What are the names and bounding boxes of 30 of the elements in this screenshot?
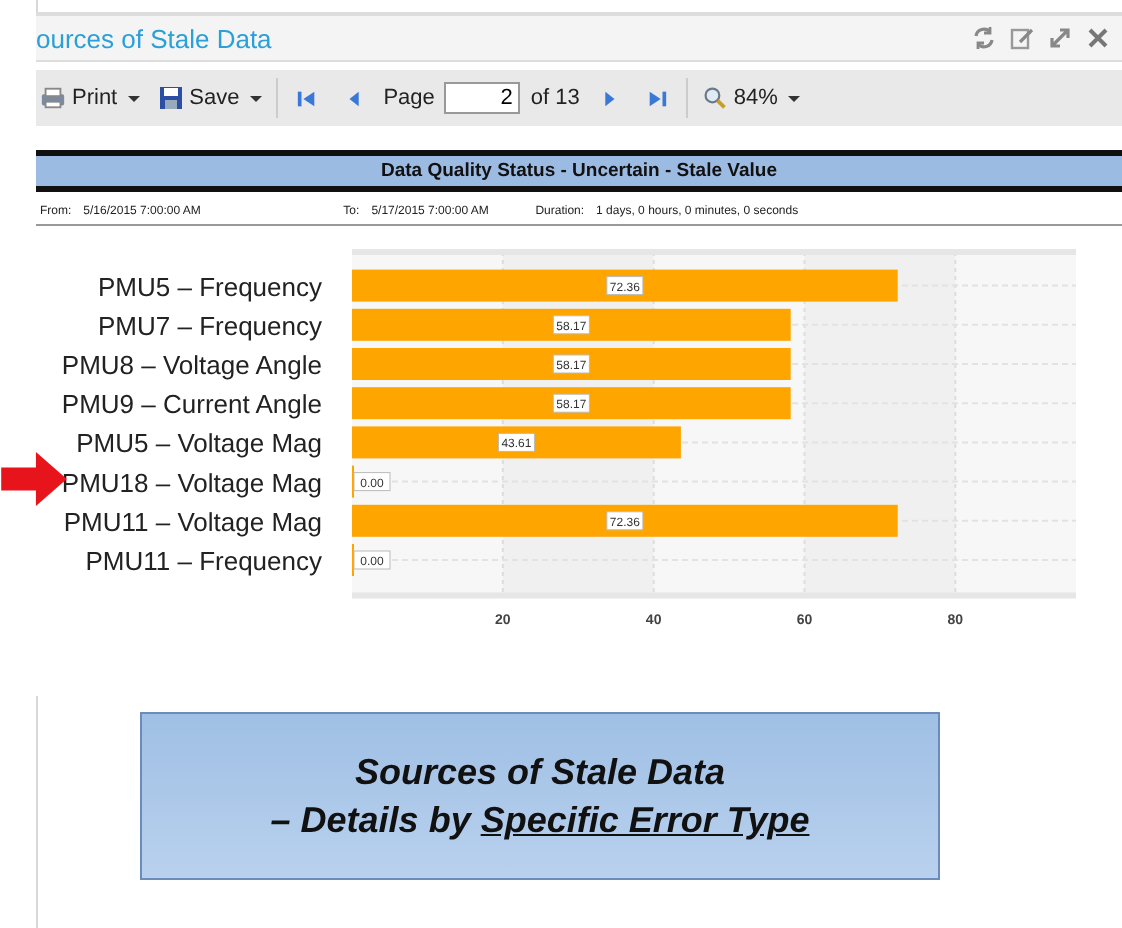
page-count: of 13 bbox=[530, 86, 580, 110]
category-label: PMU7 – Frequency bbox=[98, 310, 322, 341]
caret-icon bbox=[249, 95, 262, 101]
page-number-field[interactable]: 2 bbox=[444, 82, 521, 114]
page-label: Page bbox=[383, 86, 435, 110]
zoom-button[interactable]: 84% bbox=[697, 82, 804, 114]
category-label: PMU5 – Voltage Mag bbox=[76, 428, 322, 459]
caret-icon bbox=[787, 95, 800, 101]
category-label: PMU9 – Current Angle bbox=[61, 389, 322, 420]
print-button[interactable]: Print bbox=[36, 82, 144, 114]
caret-icon bbox=[127, 95, 140, 101]
first-page-icon[interactable] bbox=[295, 87, 318, 109]
magnifier-icon bbox=[701, 86, 728, 110]
edit-icon[interactable] bbox=[1010, 26, 1034, 50]
category-label: PMU11 – Frequency bbox=[85, 546, 322, 576]
report-heading: Data Quality Status - Uncertain - Stale Value bbox=[36, 150, 1122, 192]
refresh-icon[interactable] bbox=[972, 26, 996, 50]
category-label: PMU18 – Voltage Mag bbox=[61, 467, 322, 498]
callout-title: Sources of Stale Data bbox=[354, 750, 726, 796]
category-label: PMU11 – Voltage Mag bbox=[63, 506, 322, 537]
last-page-icon[interactable] bbox=[645, 87, 668, 109]
expand-icon[interactable] bbox=[1048, 26, 1072, 50]
window-title: ources of Stale Data bbox=[36, 23, 274, 53]
close-icon[interactable] bbox=[1086, 26, 1110, 50]
printer-icon bbox=[40, 86, 66, 110]
arrow-icon bbox=[0, 452, 68, 506]
category-label: PMU8 – Voltage Angle bbox=[61, 350, 322, 380]
save-button[interactable]: Save bbox=[153, 82, 266, 114]
callout-subtitle: – Details by Specific Error Type bbox=[270, 798, 810, 844]
category-label: PMU5 – Frequency bbox=[98, 271, 322, 302]
